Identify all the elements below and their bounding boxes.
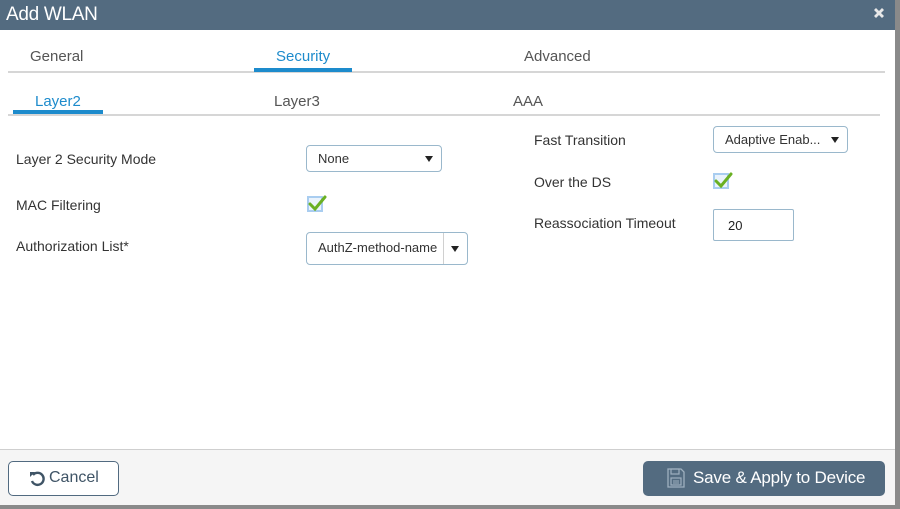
mac-filtering-checkbox[interactable] <box>307 195 327 212</box>
save-apply-label: Save & Apply to Device <box>693 468 866 487</box>
reassociation-timeout-label: Reassociation Timeout <box>534 215 676 231</box>
tab-layer2[interactable]: Layer2 <box>35 93 81 110</box>
save-apply-button[interactable]: Save & Apply to Device <box>643 461 885 496</box>
authorization-list-label: Authorization List* <box>16 238 129 254</box>
add-wlan-dialog: Add WLAN General Security Advanced Layer… <box>0 0 895 505</box>
fast-transition-select[interactable]: Adaptive Enab... <box>713 126 848 153</box>
dialog-titlebar: Add WLAN <box>0 0 895 30</box>
checkmark-icon <box>714 172 733 189</box>
scrollbar[interactable] <box>895 0 900 509</box>
select-divider <box>443 233 444 264</box>
cancel-label: Cancel <box>49 469 99 486</box>
save-icon <box>667 468 685 488</box>
main-tabs: General Security Advanced <box>8 42 885 73</box>
layer2-security-mode-select[interactable]: None <box>306 145 442 172</box>
tab-layer3[interactable]: Layer3 <box>274 93 320 110</box>
dialog-title: Add WLAN <box>6 4 98 25</box>
fast-transition-value: Adaptive Enab... <box>725 132 821 147</box>
chevron-down-icon <box>425 156 433 162</box>
over-the-ds-checkbox[interactable] <box>713 172 733 189</box>
close-icon[interactable] <box>871 5 887 21</box>
over-the-ds-label: Over the DS <box>534 174 612 190</box>
chevron-down-icon <box>451 246 459 252</box>
reassociation-timeout-input[interactable] <box>713 209 794 241</box>
tab-advanced[interactable]: Advanced <box>524 48 591 65</box>
tab-aaa[interactable]: AAA <box>513 93 543 110</box>
tab-general[interactable]: General <box>30 48 83 65</box>
tab-security[interactable]: Security <box>276 48 330 65</box>
layer2-security-mode-label: Layer 2 Security Mode <box>16 151 157 167</box>
authorization-list-select[interactable]: AuthZ-method-name <box>306 232 468 265</box>
checkmark-icon <box>308 195 327 212</box>
undo-icon <box>30 471 45 487</box>
fast-transition-label: Fast Transition <box>534 132 626 148</box>
dialog-footer: Cancel Save & Apply to Device <box>0 449 895 505</box>
tab-security-underline <box>254 68 352 72</box>
layer2-security-mode-value: None <box>318 151 350 166</box>
sub-tabs: Layer2 Layer3 AAA <box>8 88 880 116</box>
authorization-list-value: AuthZ-method-name <box>318 240 438 255</box>
chevron-down-icon <box>831 137 839 143</box>
mac-filtering-label: MAC Filtering <box>16 197 101 213</box>
tab-layer2-underline <box>13 110 103 114</box>
cancel-button[interactable]: Cancel <box>8 461 119 496</box>
